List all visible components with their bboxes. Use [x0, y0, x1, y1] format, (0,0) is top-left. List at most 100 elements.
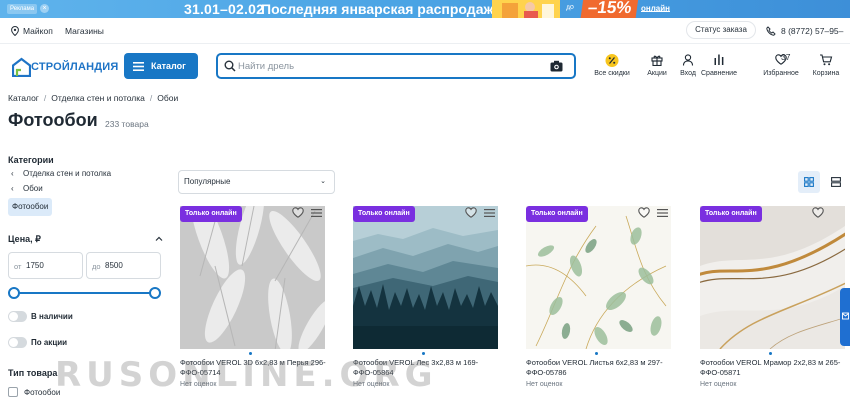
category-link-wall-finishing[interactable]: ‹ Отделка стен и потолка — [11, 169, 111, 178]
price-from-value: 1750 — [26, 261, 44, 270]
search-bar[interactable] — [216, 53, 576, 79]
list-view-button[interactable] — [826, 171, 848, 193]
categories-heading: Категории — [8, 155, 54, 165]
cart-button[interactable]: Корзина — [808, 53, 844, 83]
compare-button[interactable]: Сравнение — [697, 53, 741, 83]
product-card[interactable]: Только онлайн Фотообои VEROL Мрамор 2x2,… — [700, 206, 845, 413]
close-icon[interactable]: × — [40, 4, 49, 13]
mail-icon — [842, 312, 849, 320]
order-status-button[interactable]: Статус заказа — [686, 21, 756, 39]
city-label: Майкоп — [23, 26, 53, 36]
online-only-badge: Только онлайн — [180, 206, 242, 222]
breadcrumb-wallpaper[interactable]: Обои — [157, 93, 178, 103]
ad-label: Реклама — [7, 4, 38, 14]
catalog-button[interactable]: Каталог — [124, 53, 198, 79]
favorites-label: Избранное — [763, 70, 799, 77]
sort-value: Популярные — [184, 177, 231, 186]
breadcrumb-catalog[interactable]: Каталог — [8, 93, 39, 103]
online-only-badge: Только онлайн — [526, 206, 588, 222]
product-image-forest[interactable] — [353, 206, 498, 349]
price-to-field[interactable]: до 8500 — [86, 252, 161, 279]
slider-handle-max[interactable] — [149, 287, 161, 299]
percent-icon — [605, 54, 619, 67]
promo-title: Последняя январская распродажа — [261, 1, 502, 17]
house-logo-icon — [12, 57, 31, 77]
chevron-left-icon: ‹ — [11, 184, 14, 193]
catalog-label: Каталог — [151, 61, 186, 71]
feedback-side-tab[interactable] — [840, 288, 850, 346]
location-pin-icon — [11, 26, 19, 36]
favorite-heart-icon[interactable] — [465, 207, 477, 218]
product-image-leaves[interactable] — [526, 206, 671, 349]
product-count: 233 товара — [105, 119, 149, 129]
slider-track — [13, 292, 156, 294]
breadcrumb-separator: / — [149, 93, 153, 103]
price-from-field[interactable]: от 1750 — [8, 252, 83, 279]
discount-value: –15% — [580, 0, 640, 18]
leaves-image — [526, 206, 671, 349]
all-discounts-label: Все скидки — [594, 70, 630, 77]
sort-dropdown[interactable]: Популярные ⌄ — [178, 170, 335, 194]
grid-view-button[interactable] — [798, 171, 820, 193]
chevron-down-icon: ⌄ — [320, 178, 326, 185]
online-only-badge: Только онлайн — [353, 206, 415, 222]
category-label: Обои — [23, 184, 43, 193]
product-rating: Нет оценок — [700, 381, 737, 388]
favorites-button[interactable]: Избранное — [759, 53, 803, 83]
product-image-marble[interactable] — [700, 206, 845, 349]
type-checkbox[interactable] — [8, 387, 18, 397]
chevron-up-icon[interactable] — [155, 236, 163, 241]
promo-toggle[interactable] — [8, 337, 27, 348]
price-to-prefix: до — [92, 262, 101, 271]
marble-image — [700, 206, 845, 349]
selected-category-chip[interactable]: Фотообои — [8, 198, 53, 216]
chevron-left-icon: ‹ — [11, 169, 14, 178]
product-rating: Нет оценок — [526, 381, 563, 388]
breadcrumb: Каталог / Отделка стен и потолка / Обои — [8, 93, 178, 103]
favorite-heart-icon[interactable] — [812, 207, 824, 218]
in-stock-label: В наличии — [31, 312, 73, 321]
category-link-wallpaper[interactable]: ‹ Обои — [11, 184, 43, 193]
promotions-button[interactable]: Акции — [643, 53, 671, 83]
discount-prefix: до — [565, 3, 575, 12]
promo-banner[interactable]: Реклама × 31.01–02.02 Последняя январска… — [0, 0, 850, 18]
forest-image — [353, 206, 498, 349]
promo-link[interactable]: онлайн — [641, 0, 670, 13]
page-title: Фотообои — [8, 110, 98, 130]
all-discounts-button[interactable]: Все скидки — [590, 53, 634, 83]
product-name[interactable]: Фотообои VEROL Мрамор 2x2,83 м 265-ФФО-0… — [700, 358, 850, 377]
product-image-feathers[interactable] — [180, 206, 325, 349]
promo-dates: 31.01–02.02 — [184, 1, 265, 17]
in-stock-toggle[interactable] — [8, 311, 27, 322]
favorite-heart-icon[interactable] — [292, 207, 304, 218]
list-icon — [831, 177, 841, 187]
category-label: Отделка стен и потолка — [23, 169, 112, 178]
slider-handle-min[interactable] — [8, 287, 20, 299]
camera-icon[interactable] — [550, 60, 563, 72]
phone-icon — [766, 26, 776, 36]
carousel-dot[interactable] — [595, 352, 598, 355]
heart-icon — [775, 54, 787, 65]
compare-icon — [714, 54, 724, 65]
grid-icon — [804, 177, 814, 187]
price-from-prefix: от — [14, 262, 22, 271]
carousel-dot[interactable] — [769, 352, 772, 355]
stores-link[interactable]: Магазины — [65, 18, 104, 44]
breadcrumb-wall-finishing[interactable]: Отделка стен и потолка — [51, 93, 145, 103]
compare-label: Сравнение — [701, 70, 737, 77]
compare-bars-icon[interactable] — [657, 208, 668, 218]
cart-icon — [820, 54, 833, 66]
product-name[interactable]: Фотообои VEROL Листья 6x2,83 м 297-ФФО-0… — [526, 358, 676, 377]
compare-bars-icon[interactable] — [311, 208, 322, 218]
compare-bars-icon[interactable] — [484, 208, 495, 218]
product-card[interactable]: Только онлайн Фотообои VEROL Листья 6x2,… — [526, 206, 671, 413]
user-icon — [682, 54, 694, 66]
promotions-label: Акции — [647, 70, 667, 77]
search-input[interactable] — [238, 58, 538, 74]
breadcrumb-separator: / — [43, 93, 47, 103]
search-icon — [224, 60, 236, 72]
logo-text: СТРОЙЛАНДИЯ — [31, 61, 119, 73]
favorite-heart-icon[interactable] — [638, 207, 650, 218]
online-only-badge: Только онлайн — [700, 206, 762, 222]
promo-illustration — [492, 0, 560, 18]
